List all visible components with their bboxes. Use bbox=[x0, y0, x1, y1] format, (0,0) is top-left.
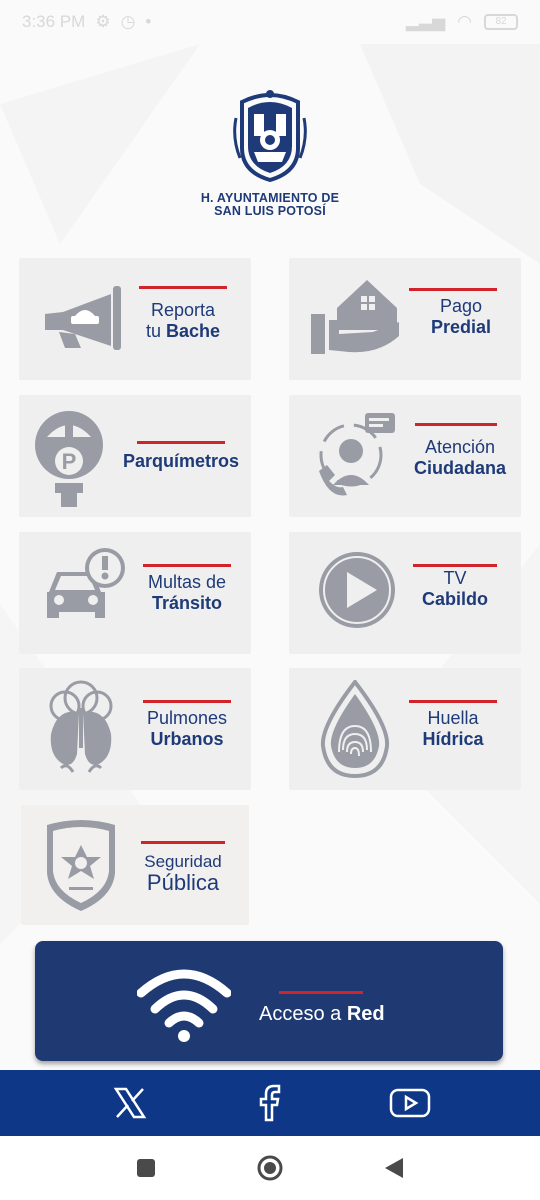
tile-parquimetros[interactable]: P Parquímetros bbox=[19, 395, 251, 517]
facebook-icon[interactable] bbox=[248, 1081, 292, 1125]
tile-seguridad-publica[interactable]: Seguridad Pública bbox=[21, 805, 249, 925]
megaphone-icon bbox=[45, 286, 121, 350]
wifi-label-bold: Red bbox=[346, 1003, 385, 1025]
tile-multas-transito[interactable]: Multas de Tránsito bbox=[19, 532, 251, 654]
tile-huella-hidrica[interactable]: Huella Hídrica bbox=[289, 668, 521, 790]
tile-pulmones-urbanos[interactable]: Pulmones Urbanos bbox=[19, 668, 251, 790]
tile-label-bold: Tránsito bbox=[151, 593, 222, 613]
svg-text:P: P bbox=[62, 449, 77, 474]
x-icon[interactable] bbox=[108, 1081, 152, 1125]
signal-icon: ▂▃▅ bbox=[405, 12, 446, 31]
battery-icon: 82 bbox=[484, 14, 518, 30]
social-bar bbox=[0, 1070, 540, 1136]
notification-icon: ⚙ bbox=[95, 12, 111, 31]
tile-pago-predial[interactable]: Pago Predial bbox=[289, 258, 521, 380]
water-drop-fingerprint-icon bbox=[320, 680, 390, 779]
recents-icon[interactable] bbox=[130, 1152, 162, 1184]
tile-label-bold: Bache bbox=[165, 321, 221, 341]
tile-label-bold: Ciudadana bbox=[413, 458, 506, 478]
play-icon bbox=[319, 552, 395, 628]
status-bar: 3:36 PM ⚙ ◷ • ▂▃▅ ◠ 82 bbox=[0, 0, 540, 44]
tile-label-line1: TV bbox=[443, 568, 467, 588]
tile-label-line1: Pago bbox=[439, 296, 483, 316]
lungs-tree-icon bbox=[49, 680, 113, 773]
wifi-icon bbox=[137, 969, 231, 1042]
municipality-logo: H. AYUNTAMIENTO DE SAN LUIS POTOSÍ bbox=[200, 88, 340, 218]
tile-label-bold: Predial bbox=[430, 317, 492, 337]
home-icon[interactable] bbox=[254, 1152, 286, 1184]
tile-label-line1: Multas de bbox=[147, 572, 227, 592]
status-time: 3:36 PM bbox=[22, 12, 86, 31]
tile-label-line1: Pulmones bbox=[146, 708, 228, 728]
house-hand-icon bbox=[311, 280, 399, 354]
acceso-red-button[interactable]: Acceso a Red bbox=[35, 941, 503, 1061]
tile-label-line1: Seguridad bbox=[144, 852, 222, 871]
back-icon[interactable] bbox=[378, 1152, 410, 1184]
tile-label-line2: Pública bbox=[146, 870, 220, 895]
tile-label-bold: Hídrica bbox=[422, 729, 484, 749]
tile-label-bold: Parquímetros bbox=[122, 451, 240, 471]
tile-tv-cabildo[interactable]: TV Cabildo bbox=[289, 532, 521, 654]
wifi-label: Acceso a bbox=[259, 1003, 347, 1025]
tile-label-line1: Atención bbox=[424, 437, 496, 457]
system-navigation-bar bbox=[0, 1136, 540, 1200]
car-alert-icon bbox=[47, 548, 125, 618]
parking-meter-icon: P bbox=[35, 411, 103, 507]
call-center-icon bbox=[319, 413, 395, 496]
tile-label-bold: Urbanos bbox=[150, 729, 224, 749]
tile-label-bold: Cabildo bbox=[422, 589, 488, 609]
alarm-icon: ◷ bbox=[120, 12, 136, 31]
tile-label-line1: Reporta bbox=[150, 300, 216, 320]
tile-label-line1: Huella bbox=[427, 708, 479, 728]
tile-label-line2: tu bbox=[145, 321, 166, 341]
tile-atencion-ciudadana[interactable]: Atención Ciudadana bbox=[289, 395, 521, 517]
tile-reporta-bache[interactable]: Reporta tu Bache bbox=[19, 258, 251, 380]
coat-of-arms-icon bbox=[233, 90, 307, 183]
police-badge-icon bbox=[47, 820, 115, 911]
dot-icon: • bbox=[145, 12, 152, 31]
brand-line2: SAN LUIS POTOSÍ bbox=[214, 204, 326, 218]
youtube-icon[interactable] bbox=[388, 1081, 432, 1125]
wifi-status-icon: ◠ bbox=[457, 12, 472, 31]
